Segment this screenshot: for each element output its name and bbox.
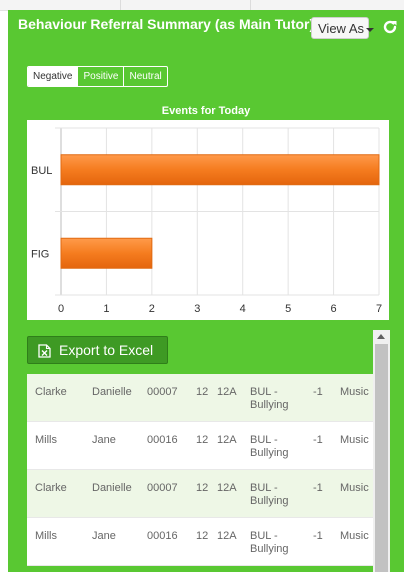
event-type-filter: Negative Positive Neutral bbox=[27, 66, 168, 87]
x-tick-label: 6 bbox=[331, 303, 337, 315]
excel-icon bbox=[38, 344, 51, 358]
table-row[interactable]: Mills Jane 00016 12 12A BUL - Bullying -… bbox=[27, 518, 373, 566]
chart-title: Events for Today bbox=[161, 105, 251, 117]
cell-type: BUL - Bullying bbox=[250, 530, 289, 555]
cell-class: 12A bbox=[217, 434, 237, 446]
cell-points: -1 bbox=[313, 386, 323, 398]
x-tick-label: 0 bbox=[58, 303, 64, 315]
x-tick-label: 2 bbox=[149, 303, 155, 315]
cell-forename: Danielle bbox=[92, 482, 132, 494]
cell-type: BUL - Bullying bbox=[250, 386, 289, 411]
table-scrollbar[interactable] bbox=[373, 330, 390, 572]
cell-class: 12A bbox=[217, 482, 237, 494]
cell-type: BUL - Bullying bbox=[250, 482, 289, 507]
filter-negative[interactable]: Negative bbox=[28, 67, 79, 86]
cell-subject: Music bbox=[340, 530, 369, 542]
view-as-label: View As bbox=[318, 21, 365, 36]
top-strip-cell bbox=[0, 0, 121, 10]
cell-forename: Danielle bbox=[92, 386, 132, 398]
filter-neutral[interactable]: Neutral bbox=[124, 67, 166, 86]
panel-title: Behaviour Referral Summary (as Main Tuto… bbox=[18, 16, 315, 32]
x-tick-label: 1 bbox=[103, 303, 109, 315]
cell-type: BUL - Bullying bbox=[250, 434, 289, 459]
category-label: BUL bbox=[31, 165, 52, 177]
behaviour-referral-panel: Behaviour Referral Summary (as Main Tuto… bbox=[8, 10, 404, 572]
x-tick-label: 7 bbox=[376, 303, 382, 315]
table-row[interactable]: Clarke Danielle 00007 12 12A BUL - Bully… bbox=[27, 470, 373, 518]
x-tick-label: 3 bbox=[194, 303, 200, 315]
cell-forename: Jane bbox=[92, 530, 116, 542]
cell-class: 12A bbox=[217, 386, 237, 398]
table-row[interactable]: Clarke Danielle 00007 12 12A BUL - Bully… bbox=[27, 374, 373, 422]
category-label: FIG bbox=[31, 248, 49, 260]
table-row[interactable]: Mills Jane 00016 12 12A BUL - Bullying -… bbox=[27, 422, 373, 470]
refresh-icon[interactable] bbox=[382, 19, 398, 35]
events-chart: BUL FIG 0 1 2 3 4 5 6 7 bbox=[27, 120, 389, 320]
view-as-dropdown[interactable]: View As bbox=[311, 17, 375, 39]
cell-subject: Music bbox=[340, 482, 369, 494]
export-label: Export to Excel bbox=[59, 342, 154, 358]
x-tick-label: 5 bbox=[285, 303, 291, 315]
cell-surname: Mills bbox=[35, 434, 57, 446]
x-tick-label: 4 bbox=[240, 303, 246, 315]
cell-year: 12 bbox=[196, 386, 209, 398]
cell-surname: Clarke bbox=[35, 482, 67, 494]
cell-year: 12 bbox=[196, 482, 209, 494]
export-to-excel-button[interactable]: Export to Excel bbox=[27, 336, 168, 364]
cell-surname: Clarke bbox=[35, 386, 67, 398]
top-strip-cell bbox=[120, 0, 251, 10]
cell-id: 00007 bbox=[147, 482, 178, 494]
cell-forename: Jane bbox=[92, 434, 116, 446]
cell-id: 00016 bbox=[147, 434, 178, 446]
cell-points: -1 bbox=[313, 434, 323, 446]
cell-points: -1 bbox=[313, 482, 323, 494]
cell-id: 00016 bbox=[147, 530, 178, 542]
filter-positive[interactable]: Positive bbox=[78, 67, 125, 86]
events-chart-svg: BUL FIG 0 1 2 3 4 5 6 7 bbox=[31, 127, 382, 315]
caret-down-icon bbox=[366, 27, 375, 32]
cell-points: -1 bbox=[313, 530, 323, 542]
bar-bul bbox=[60, 154, 380, 186]
cell-surname: Mills bbox=[35, 530, 57, 542]
cell-year: 12 bbox=[196, 434, 209, 446]
scroll-up-arrow-icon[interactable] bbox=[377, 334, 385, 339]
cell-subject: Music bbox=[340, 434, 369, 446]
cell-class: 12A bbox=[217, 530, 237, 542]
panel-header: Behaviour Referral Summary (as Main Tuto… bbox=[8, 10, 404, 46]
cell-subject: Music bbox=[340, 386, 369, 398]
cell-year: 12 bbox=[196, 530, 209, 542]
cell-id: 00007 bbox=[147, 386, 178, 398]
referral-table: Clarke Danielle 00007 12 12A BUL - Bully… bbox=[27, 374, 373, 566]
bar-fig bbox=[60, 237, 153, 269]
scrollbar-thumb[interactable] bbox=[375, 344, 388, 572]
